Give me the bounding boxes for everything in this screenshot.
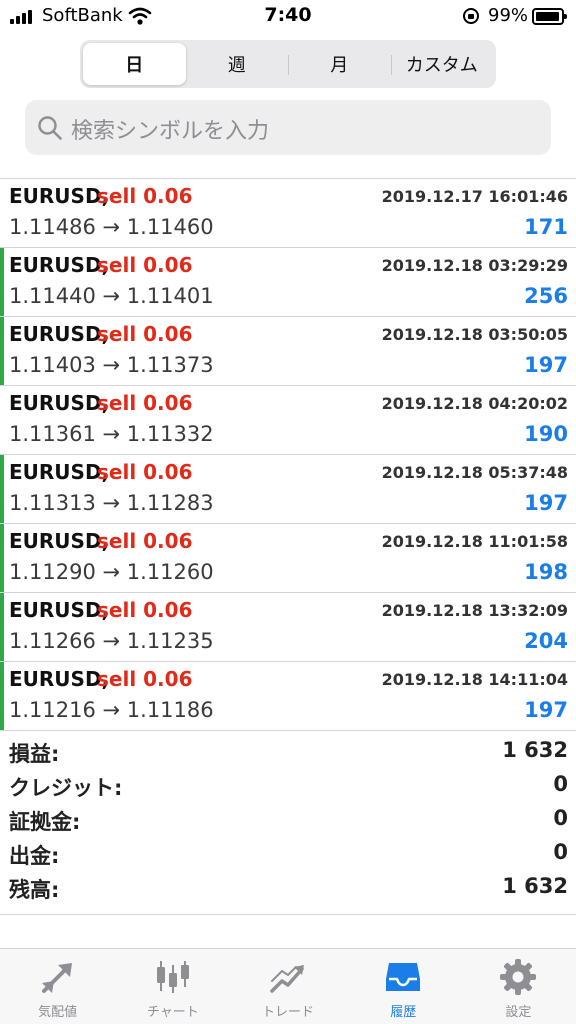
deal-prices: 1.11403 → 1.11373 [9, 353, 214, 377]
chart-icon [156, 961, 189, 993]
summary-row-balance: 残高: 1 632 [0, 867, 576, 902]
deal-profit: 204 [524, 629, 568, 653]
deal-type: sell 0.06 [97, 529, 193, 553]
deal-prices: 1.11313 → 1.11283 [9, 491, 214, 515]
tab-day[interactable]: 日 [83, 43, 186, 85]
deal-row[interactable]: EURUSD, sell 0.06 2019.12.18 04:20:02 1.… [0, 385, 576, 454]
tab-label: 気配値 [38, 1005, 78, 1020]
deal-type: sell 0.06 [97, 322, 193, 346]
deal-type: sell 0.06 [97, 598, 193, 622]
summary-value: 1 632 [502, 874, 568, 898]
deal-symbol: EURUSD, [9, 184, 110, 208]
deal-row[interactable]: EURUSD, sell 0.06 2019.12.18 05:37:48 1.… [0, 454, 576, 523]
deal-profit: 197 [524, 491, 568, 515]
deal-type: sell 0.06 [97, 391, 193, 415]
settings-icon [500, 959, 537, 995]
deal-prices: 1.11440 → 1.11401 [9, 284, 214, 308]
deal-profit: 197 [524, 353, 568, 377]
deal-time: 2019.12.18 03:50:05 [381, 325, 568, 344]
deal-time: 2019.12.18 13:32:09 [381, 601, 568, 620]
summary-value: 0 [553, 840, 568, 864]
summary-row-credit: クレジット: 0 [0, 765, 576, 800]
battery-percent: 99% [488, 5, 529, 26]
summary-panel: 損益: 1 632 クレジット: 0 証拠金: 0 出金: 0 残高: 1 63… [0, 730, 576, 916]
summary-value: 0 [553, 772, 568, 796]
summary-value: 0 [553, 806, 568, 830]
deal-time: 2019.12.18 14:11:04 [381, 670, 568, 689]
tab-trade[interactable]: トレード [230, 949, 345, 1024]
deal-row[interactable]: EURUSD, sell 0.06 2019.12.18 13:32:09 1.… [0, 592, 576, 661]
deal-profit: 198 [524, 560, 568, 584]
tab-history[interactable]: 履歴 [346, 949, 461, 1024]
deal-time: 2019.12.18 03:29:29 [381, 256, 568, 275]
summary-value: 1 632 [502, 738, 568, 762]
deal-symbol: EURUSD, [9, 322, 110, 346]
deal-type: sell 0.06 [97, 667, 193, 691]
deal-profit: 256 [524, 284, 568, 308]
deal-time: 2019.12.18 11:01:58 [381, 532, 568, 551]
deal-time: 2019.12.17 16:01:46 [381, 187, 568, 206]
deal-prices: 1.11290 → 1.11260 [9, 560, 214, 584]
deal-row[interactable]: EURUSD, sell 0.06 2019.12.18 03:50:05 1.… [0, 316, 576, 385]
deal-symbol: EURUSD, [9, 391, 110, 415]
period-segmented-control: 日 週 月 カスタム [80, 40, 496, 88]
tab-label: チャート [146, 1005, 199, 1020]
tab-quotes[interactable]: 気配値 [0, 949, 115, 1024]
summary-row-margin: 証拠金: 0 [0, 799, 576, 834]
status-bar: SoftBank 7:40 99% [0, 0, 576, 34]
tab-month[interactable]: 月 [288, 43, 391, 85]
deal-type: sell 0.06 [97, 460, 193, 484]
tab-label: 設定 [505, 1005, 532, 1020]
deal-profit: 171 [524, 215, 568, 239]
bottom-tab-bar: 気配値 チャート トレード 履歴 設定 [0, 948, 576, 1024]
deal-row[interactable]: EURUSD, sell 0.06 2019.12.17 16:01:46 1.… [0, 178, 576, 247]
deal-list: EURUSD, sell 0.06 2019.12.17 16:01:46 1.… [0, 178, 576, 730]
summary-row-profit: 損益: 1 632 [0, 731, 576, 766]
battery-icon [532, 8, 567, 25]
summary-row-withdrawal: 出金: 0 [0, 833, 576, 868]
deal-row[interactable]: EURUSD, sell 0.06 2019.12.18 14:11:04 1.… [0, 661, 576, 730]
deal-profit: 190 [524, 422, 568, 446]
deal-symbol: EURUSD, [9, 598, 110, 622]
deal-row[interactable]: EURUSD, sell 0.06 2019.12.18 03:29:29 1.… [0, 247, 576, 316]
trade-icon [270, 965, 304, 993]
deal-time: 2019.12.18 04:20:02 [381, 394, 568, 413]
summary-label: 出金: [9, 844, 60, 868]
deal-time: 2019.12.18 05:37:48 [381, 463, 568, 482]
tab-label: トレード [262, 1005, 315, 1020]
tab-settings[interactable]: 設定 [461, 949, 576, 1024]
deal-prices: 1.11216 → 1.11186 [9, 698, 214, 722]
divider [0, 914, 576, 915]
summary-label: 証拠金: [9, 810, 81, 834]
deal-type: sell 0.06 [97, 253, 193, 277]
history-icon [386, 963, 421, 991]
deal-symbol: EURUSD, [9, 667, 110, 691]
deal-prices: 1.11486 → 1.11460 [9, 215, 214, 239]
deal-prices: 1.11266 → 1.11235 [9, 629, 214, 653]
symbol-search-field[interactable]: 検索シンボルを入力 [25, 100, 551, 155]
deal-symbol: EURUSD, [9, 529, 110, 553]
search-placeholder: 検索シンボルを入力 [71, 119, 270, 144]
deal-row[interactable]: EURUSD, sell 0.06 2019.12.18 11:01:58 1.… [0, 523, 576, 592]
rotation-lock-icon [463, 8, 479, 24]
summary-label: 残高: [9, 878, 60, 902]
deal-profit: 197 [524, 698, 568, 722]
tab-week[interactable]: 週 [186, 43, 289, 85]
tab-chart[interactable]: チャート [115, 949, 230, 1024]
tab-custom[interactable]: カスタム [390, 43, 494, 85]
deal-symbol: EURUSD, [9, 253, 110, 277]
summary-label: クレジット: [9, 776, 123, 800]
deal-prices: 1.11361 → 1.11332 [9, 422, 214, 446]
summary-label: 損益: [9, 742, 60, 766]
deal-symbol: EURUSD, [9, 460, 110, 484]
tab-label: 履歴 [390, 1005, 417, 1020]
deal-type: sell 0.06 [97, 184, 193, 208]
search-icon [38, 116, 62, 140]
quotes-icon [41, 963, 72, 993]
